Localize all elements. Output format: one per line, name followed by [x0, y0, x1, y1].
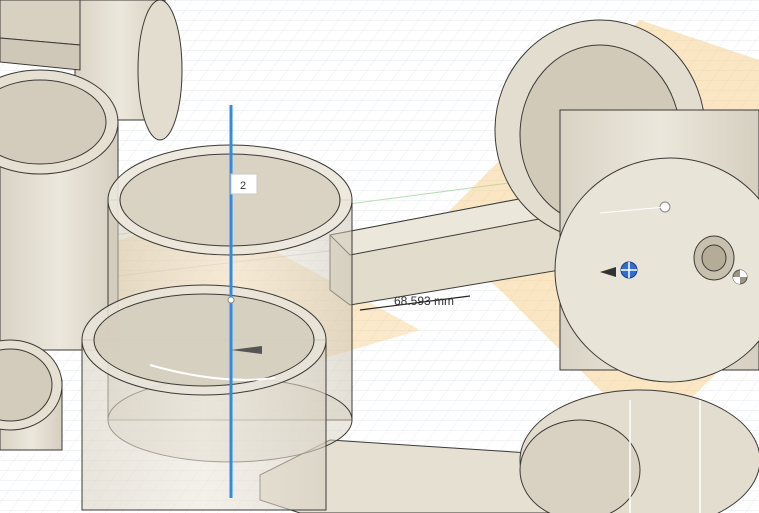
manipulator-value-badge[interactable]: 2	[230, 173, 258, 195]
dimension-label: 68.593 mm	[394, 294, 454, 308]
cylinder-cup-left[interactable]	[0, 69, 119, 351]
manipulator-value: 2	[240, 180, 246, 192]
cylinder-cup-selected[interactable]	[81, 144, 353, 511]
origin-marker-icon	[732, 269, 748, 285]
cad-3d-viewport[interactable]: 68.593 mm 2	[0, 0, 759, 513]
